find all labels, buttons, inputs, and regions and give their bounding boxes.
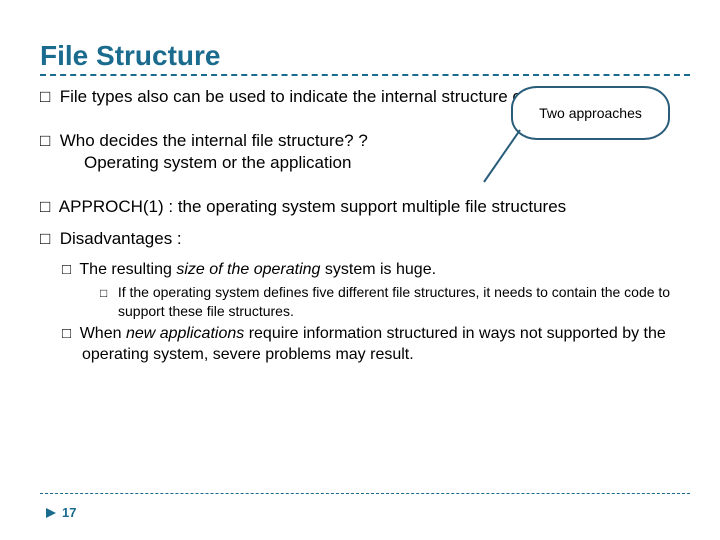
text-italic: new applications [126, 325, 249, 342]
text: If the operating system defines five dif… [118, 284, 670, 319]
text: When [80, 325, 126, 342]
bullet-disadvantages: Disadvantages : [40, 228, 690, 250]
bullet-text: : [172, 229, 181, 248]
content-area: Two approaches File types also can be us… [40, 86, 690, 366]
bullet-text: : the operating system support multiple … [164, 197, 567, 216]
page-marker-icon [46, 508, 56, 518]
slide-title: File Structure [40, 40, 690, 72]
callout-pointer-icon [482, 126, 522, 186]
bullet-subtext: Operating system or the application [62, 152, 690, 174]
callout-text: Two approaches [539, 104, 642, 122]
title-divider [40, 74, 690, 76]
text: . [432, 261, 436, 278]
bullet-lead: Who [60, 131, 95, 150]
text-italic: size of the operating [176, 261, 325, 278]
bullet-size-huge: The resulting size of the operating syst… [62, 260, 690, 281]
slide-container: File Structure Two approaches File types… [0, 0, 720, 540]
footer-divider [40, 493, 690, 494]
page-number: 17 [62, 505, 76, 520]
bullet-lead: Disadvantages [60, 229, 172, 248]
text: The [79, 261, 111, 278]
text: system is huge [325, 261, 432, 278]
bullet-five-structures: If the operating system defines five dif… [100, 283, 690, 320]
bullet-lead: File [60, 87, 87, 106]
bullet-lead: APPROCH(1) [59, 197, 164, 216]
bullet-new-applications: When new applications require informatio… [62, 324, 690, 366]
callout-two-approaches: Two approaches [511, 86, 670, 140]
bullet-text: decides the internal file structure? ? [95, 131, 368, 150]
bullet-approach-1: APPROCH(1) : the operating system suppor… [40, 196, 690, 218]
text: resulting [111, 261, 176, 278]
footer: 17 [46, 505, 76, 520]
